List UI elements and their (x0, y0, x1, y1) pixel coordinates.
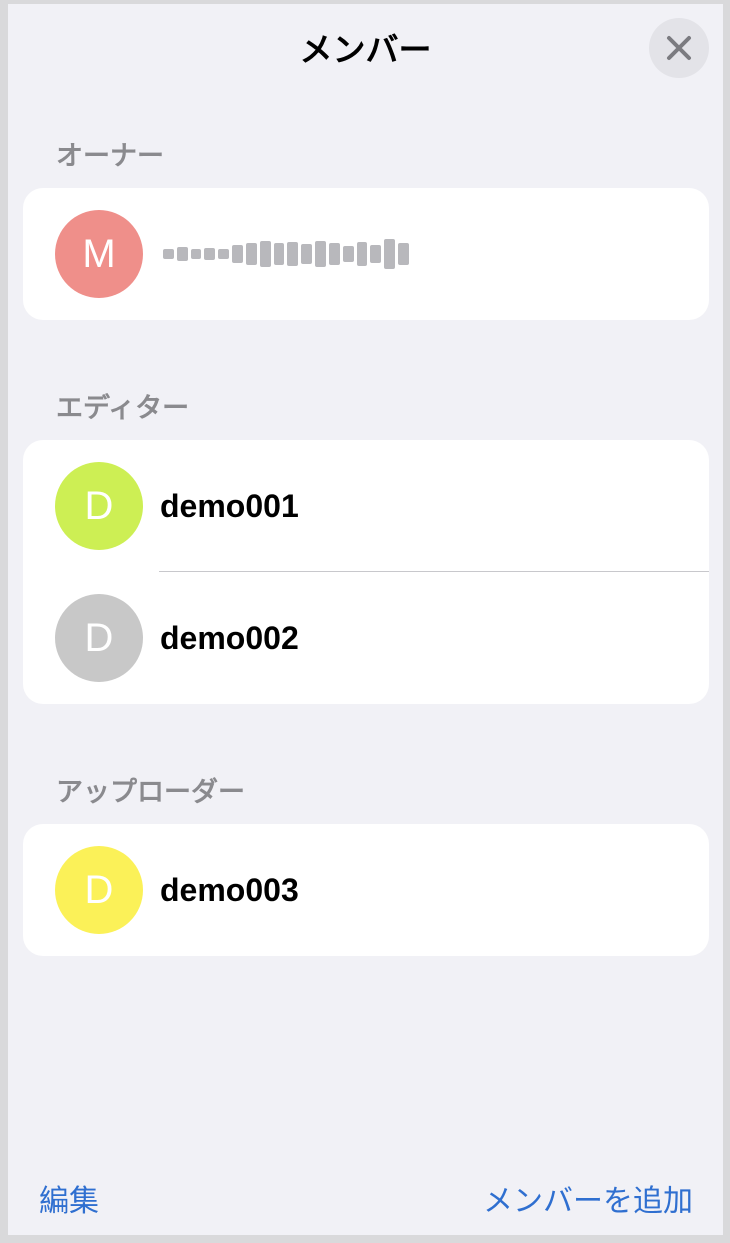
add-member-button[interactable]: メンバーを追加 (483, 1182, 693, 1222)
member-row-demo003[interactable]: D demo003 (23, 824, 709, 956)
close-icon (667, 36, 691, 60)
blurred-owner-name (163, 236, 409, 272)
avatar: M (55, 210, 143, 298)
section-label-editor: エディター (56, 393, 190, 424)
member-name: demo002 (160, 620, 299, 656)
close-button[interactable] (649, 18, 709, 78)
avatar: D (55, 462, 143, 550)
edit-button[interactable]: 編集 (39, 1182, 99, 1222)
avatar: D (55, 846, 143, 934)
member-row-demo001[interactable]: D demo001 (23, 440, 709, 572)
member-row-owner[interactable]: M (23, 188, 709, 320)
page-title: メンバー (299, 30, 432, 69)
member-name: demo001 (160, 488, 299, 524)
uploader-card: D demo003 (23, 824, 709, 956)
members-sheet: メンバー オーナー M エディター D demo001 D demo002 アッ… (8, 4, 723, 1235)
section-label-owner: オーナー (56, 141, 164, 172)
member-row-demo002[interactable]: D demo002 (23, 572, 709, 704)
editor-card: D demo001 D demo002 (23, 440, 709, 704)
avatar: D (55, 594, 143, 682)
owner-card: M (23, 188, 709, 320)
member-name: demo003 (160, 872, 299, 908)
section-label-uploader: アップローダー (56, 777, 245, 808)
